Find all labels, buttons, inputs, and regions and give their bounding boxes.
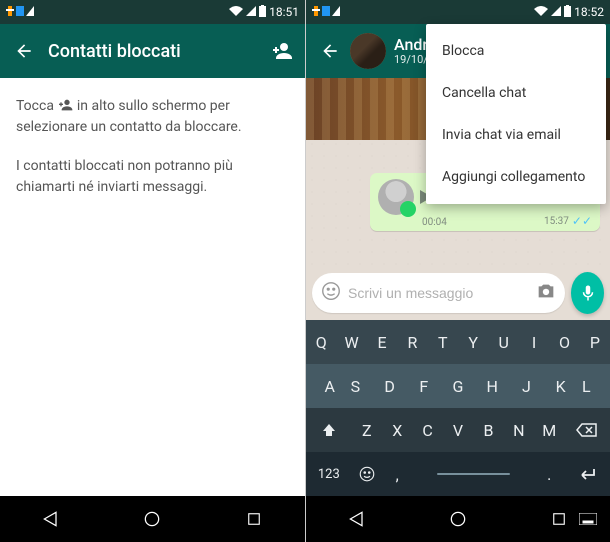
enter-key[interactable] xyxy=(564,452,610,496)
phone-right: 18:52 Andrea 19/10/2015, 19... Blocca Ca… xyxy=(305,0,610,542)
notif-icon xyxy=(6,5,14,19)
emoji-icon[interactable] xyxy=(320,280,342,306)
key-a[interactable]: A xyxy=(321,364,338,408)
key-k[interactable]: K xyxy=(544,364,578,408)
key-y[interactable]: Y xyxy=(458,320,488,364)
comma-key[interactable]: , xyxy=(382,452,412,496)
nav-back-icon[interactable] xyxy=(39,507,63,531)
status-time: 18:51 xyxy=(269,5,299,19)
key-i[interactable]: I xyxy=(519,320,549,364)
app-bar-blocked: Contatti bloccati xyxy=(0,24,305,78)
add-person-icon[interactable] xyxy=(269,39,293,63)
phone-left: 18:51 Contatti bloccati Tocca in alto su… xyxy=(0,0,305,542)
menu-item-clear-chat[interactable]: Cancella chat xyxy=(426,72,606,114)
key-s[interactable]: S xyxy=(338,364,372,408)
key-z[interactable]: Z xyxy=(352,408,382,452)
add-person-inline-icon xyxy=(57,97,73,113)
notif-icon xyxy=(322,5,330,19)
backspace-key[interactable] xyxy=(564,408,610,452)
key-n[interactable]: N xyxy=(504,408,534,452)
message-input-box xyxy=(312,273,565,313)
menu-item-add-shortcut[interactable]: Aggiungi collegamento xyxy=(426,156,606,198)
nav-back-icon[interactable] xyxy=(345,507,369,531)
signal-icon xyxy=(551,5,561,19)
key-m[interactable]: M xyxy=(534,408,564,452)
message-input[interactable] xyxy=(348,285,529,301)
key-l[interactable]: L xyxy=(578,364,595,408)
signal-icon xyxy=(246,5,256,19)
notif-icon xyxy=(26,5,34,19)
emoji-key[interactable] xyxy=(352,452,382,496)
nav-home-icon[interactable] xyxy=(140,507,164,531)
status-bar: 18:52 xyxy=(306,0,610,24)
instruction-text: Tocca in alto sullo schermo per selezion… xyxy=(16,96,289,138)
space-key[interactable] xyxy=(412,452,534,496)
key-p[interactable]: P xyxy=(580,320,610,364)
key-v[interactable]: V xyxy=(443,408,473,452)
keyboard-row: ASDFGHJKL xyxy=(306,364,610,408)
page-title: Contatti bloccati xyxy=(48,41,257,62)
nav-recent-icon[interactable] xyxy=(242,507,266,531)
android-nav-bar xyxy=(0,496,305,542)
key-h[interactable]: H xyxy=(475,364,509,408)
key-d[interactable]: D xyxy=(373,364,407,408)
mic-button[interactable] xyxy=(571,272,604,314)
blocked-body: Tocca in alto sullo schermo per selezion… xyxy=(0,78,305,234)
menu-item-email-chat[interactable]: Invia chat via email xyxy=(426,114,606,156)
key-c[interactable]: C xyxy=(412,408,442,452)
key-g[interactable]: G xyxy=(441,364,475,408)
keyboard-row: QWERTYUIOP xyxy=(306,320,610,364)
message-time: 15:37 xyxy=(544,216,569,227)
keyboard-row: ZXCVBNM xyxy=(306,408,610,452)
keyboard: QWERTYUIOP ASDFGHJKL ZXCVBNM 123 , . xyxy=(306,320,610,496)
battery-icon xyxy=(259,5,266,20)
status-bar: 18:51 xyxy=(0,0,305,24)
key-f[interactable]: F xyxy=(407,364,441,408)
key-q[interactable]: Q xyxy=(306,320,336,364)
message-input-row xyxy=(306,268,610,320)
nav-home-icon[interactable] xyxy=(446,507,470,531)
key-x[interactable]: X xyxy=(382,408,412,452)
key-w[interactable]: W xyxy=(336,320,366,364)
keyboard-row: 123 , . xyxy=(306,452,610,496)
status-time: 18:52 xyxy=(574,5,604,19)
key-u[interactable]: U xyxy=(488,320,518,364)
key-e[interactable]: E xyxy=(367,320,397,364)
key-b[interactable]: B xyxy=(473,408,503,452)
key-j[interactable]: J xyxy=(509,364,543,408)
period-key[interactable]: . xyxy=(534,452,564,496)
shift-key[interactable] xyxy=(306,408,352,452)
read-receipt-icon: ✓✓ xyxy=(572,214,592,228)
notif-icon xyxy=(312,5,320,19)
back-arrow-icon[interactable] xyxy=(318,39,342,63)
key-t[interactable]: T xyxy=(428,320,458,364)
camera-icon[interactable] xyxy=(535,280,557,306)
info-text: I contatti bloccati non potranno più chi… xyxy=(16,156,289,198)
battery-icon xyxy=(564,5,571,20)
nav-recent-icon[interactable] xyxy=(547,507,571,531)
keyboard-switch-icon[interactable] xyxy=(576,507,600,531)
key-o[interactable]: O xyxy=(549,320,579,364)
menu-item-block[interactable]: Blocca xyxy=(426,30,606,72)
back-arrow-icon[interactable] xyxy=(12,39,36,63)
overflow-menu: Blocca Cancella chat Invia chat via emai… xyxy=(426,24,606,204)
notif-icon xyxy=(16,5,24,19)
wifi-icon xyxy=(229,5,243,19)
key-r[interactable]: R xyxy=(397,320,427,364)
notif-icon xyxy=(332,5,340,19)
voice-avatar-icon xyxy=(378,179,414,215)
voice-duration: 00:04 xyxy=(422,217,447,228)
numbers-key[interactable]: 123 xyxy=(306,452,352,496)
wifi-icon xyxy=(534,5,548,19)
avatar[interactable] xyxy=(350,33,386,69)
android-nav-bar xyxy=(306,496,610,542)
